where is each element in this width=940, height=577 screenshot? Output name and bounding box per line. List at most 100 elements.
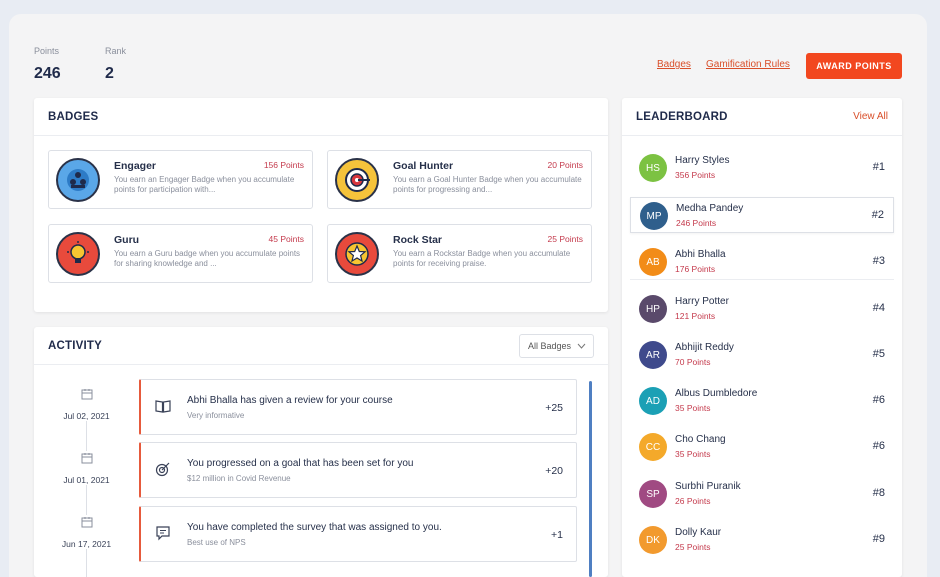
activity-date: Jun 17, 2021: [54, 515, 119, 549]
leaderboard-rank: #3: [872, 255, 885, 267]
leaderboard-row-current-user[interactable]: MP Medha Pandey 246 Points #2: [630, 197, 894, 233]
activity-card[interactable]: Abhi Bhalla has given a review for your …: [139, 379, 577, 435]
badges-panel-title: BADGES: [48, 110, 99, 123]
chevron-down-icon: [577, 343, 586, 349]
badge-points: 20 Points: [547, 160, 583, 170]
activity-card[interactable]: You have completed the survey that was a…: [139, 506, 577, 562]
leaderboard-row[interactable]: AR Abhijit Reddy 70 Points #5: [630, 337, 894, 373]
activity-panel: ACTIVITY All Badges Jul 02, 2021 Abhi Bh…: [34, 327, 608, 577]
leaderboard-row[interactable]: CC Cho Chang 35 Points #6: [630, 429, 894, 465]
leaderboard-title: LEADERBOARD: [636, 110, 728, 123]
points-stat: Points 246: [34, 46, 61, 83]
leaderboard-name: Dolly Kaur: [675, 527, 722, 538]
survey-icon: [156, 526, 170, 541]
leaderboard-name: Cho Chang: [675, 434, 726, 445]
leaderboard-name: Abhijit Reddy: [675, 342, 734, 353]
avatar: HP: [639, 295, 667, 323]
calendar-icon: [81, 389, 92, 400]
avatar: SP: [639, 480, 667, 508]
activity-date-text: Jun 17, 2021: [61, 539, 112, 549]
leaderboard-name: Albus Dumbledore: [675, 388, 758, 399]
leaderboard-panel: LEADERBOARD View All HS Harry Styles 356…: [622, 98, 902, 577]
award-points-button[interactable]: AWARD POINTS: [806, 53, 902, 79]
leaderboard-rank: #9: [872, 533, 885, 545]
activity-points: +1: [551, 529, 563, 541]
avatar: CC: [639, 433, 667, 461]
calendar-icon: [81, 517, 92, 528]
avatar: HS: [639, 154, 667, 182]
leaderboard-header: LEADERBOARD View All: [622, 98, 902, 136]
leaderboard-row[interactable]: DK Dolly Kaur 25 Points #9: [630, 522, 894, 558]
activity-scrollbar[interactable]: [589, 381, 592, 577]
badge-name: Goal Hunter: [393, 160, 454, 172]
avatar: AR: [639, 341, 667, 369]
activity-title: You progressed on a goal that has been s…: [187, 458, 414, 469]
leaderboard-name: Surbhi Puranik: [675, 481, 741, 492]
activity-date-text: Jul 01, 2021: [63, 475, 110, 485]
points-label: Points: [34, 46, 60, 56]
activity-subtitle: Very informative: [187, 411, 245, 420]
leaderboard-row[interactable]: AD Albus Dumbledore 35 Points #6: [630, 383, 894, 419]
gamification-rules-link[interactable]: Gamification Rules: [706, 59, 790, 70]
activity-subtitle: Best use of NPS: [187, 538, 246, 547]
leaderboard-name: Harry Potter: [675, 296, 729, 307]
activity-card[interactable]: You progressed on a goal that has been s…: [139, 442, 577, 498]
target-icon: [155, 462, 170, 477]
badge-card-engager[interactable]: Engager 156 Points You earn an Engager B…: [48, 150, 313, 209]
leaderboard-rank: #5: [872, 348, 885, 360]
leaderboard-points: 70 Points: [675, 357, 711, 367]
leaderboard-row[interactable]: SP Surbhi Puranik 26 Points #8: [630, 476, 894, 512]
badge-card-guru[interactable]: Guru 45 Points You earn a Guru badge whe…: [48, 224, 313, 283]
leaderboard-points: 176 Points: [675, 264, 716, 274]
activity-points: +25: [545, 402, 563, 414]
activity-title: Abhi Bhalla has given a review for your …: [187, 395, 393, 406]
points-value: 246: [34, 65, 61, 82]
leaderboard-rank: #6: [872, 440, 885, 452]
activity-date: Jul 01, 2021: [54, 451, 119, 485]
leaderboard-points: 121 Points: [675, 311, 716, 321]
row-divider: [630, 279, 894, 280]
leaderboard-points: 35 Points: [675, 403, 711, 413]
leaderboard-points: 356 Points: [675, 170, 716, 180]
activity-points: +20: [545, 465, 563, 477]
avatar: AD: [639, 387, 667, 415]
activity-date-text: Jul 02, 2021: [63, 411, 110, 421]
badge-points: 25 Points: [547, 234, 583, 244]
leaderboard-rank: #1: [872, 161, 885, 173]
filter-value: All Badges: [528, 341, 572, 351]
badge-card-goal-hunter[interactable]: Goal Hunter 20 Points You earn a Goal Hu…: [327, 150, 592, 209]
badge-description: You earn a Guru badge when you accumulat…: [114, 249, 301, 268]
badge-description: You earn a Goal Hunter Badge when you ac…: [393, 175, 582, 194]
badge-description: You earn a Rockstar Badge when you accum…: [393, 249, 571, 268]
badge-name: Rock Star: [393, 234, 443, 246]
leaderboard-row[interactable]: AB Abhi Bhalla 176 Points #3: [630, 244, 894, 280]
badge-card-rock-star[interactable]: Rock Star 25 Points You earn a Rockstar …: [327, 224, 592, 283]
activity-subtitle: $12 million in Covid Revenue: [187, 474, 291, 483]
leaderboard-rank: #6: [872, 394, 885, 406]
timeline-line: [86, 399, 87, 577]
leaderboard-rank: #8: [872, 487, 885, 499]
target-badge-icon: [335, 158, 379, 202]
leaderboard-row[interactable]: HP Harry Potter 121 Points #4: [630, 291, 894, 327]
view-all-link[interactable]: View All: [853, 111, 888, 122]
activity-title: You have completed the survey that was a…: [187, 522, 442, 533]
leaderboard-points: 25 Points: [675, 542, 711, 552]
badge-points: 156 Points: [263, 160, 304, 170]
star-badge-icon: [335, 232, 379, 276]
book-icon: [155, 400, 171, 413]
leaderboard-row[interactable]: HS Harry Styles 356 Points #1: [630, 150, 894, 186]
badge-points: 45 Points: [268, 234, 304, 244]
badge-name: Guru: [114, 234, 140, 246]
rank-value: 2: [105, 65, 114, 82]
calendar-icon: [81, 453, 92, 464]
avatar: AB: [639, 248, 667, 276]
badges-link[interactable]: Badges: [657, 59, 691, 70]
rank-stat: Rank 2: [105, 46, 126, 83]
team-badge-icon: [56, 158, 100, 202]
leaderboard-points: 246 Points: [676, 218, 717, 228]
badge-filter-select[interactable]: All Badges: [519, 334, 594, 358]
badge-description: You earn an Engager Badge when you accum…: [114, 175, 295, 194]
activity-date: Jul 02, 2021: [54, 387, 119, 421]
avatar: DK: [639, 526, 667, 554]
rank-label: Rank: [105, 46, 127, 56]
